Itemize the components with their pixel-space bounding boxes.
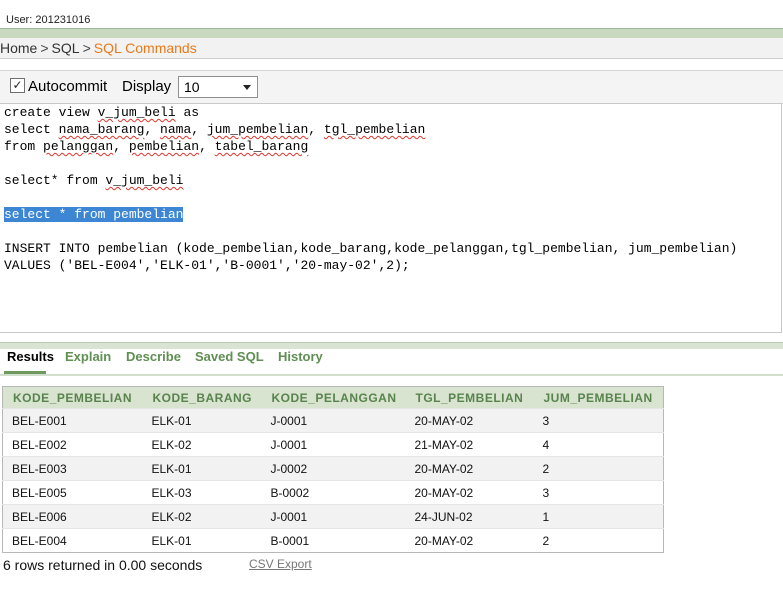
code-token: create view — [4, 105, 98, 120]
column-header: KODE_PELANGGAN — [261, 386, 406, 409]
table-row: BEL-E003 ELK-01 J-0002 20-MAY-02 2 — [2, 456, 664, 481]
tab-saved-sql[interactable]: Saved SQL — [195, 349, 264, 364]
code-token: as — [175, 105, 200, 120]
tab-explain[interactable]: Explain — [65, 349, 111, 364]
code-token: tgl_pembelian — [323, 122, 426, 137]
table-cell: 20-MAY-02 — [405, 408, 534, 433]
table-cell: BEL-E003 — [2, 456, 143, 481]
csv-export-link[interactable]: CSV Export — [249, 557, 312, 571]
code-line: select * from pembelian — [4, 206, 184, 223]
table-row: BEL-E005 ELK-03 B-0002 20-MAY-02 3 — [2, 480, 664, 505]
table-cell: ELK-01 — [142, 408, 262, 433]
table-cell: J-0001 — [261, 432, 406, 457]
breadcrumb-home-link[interactable]: Home — [0, 40, 37, 56]
table-cell: BEL-E004 — [2, 528, 143, 553]
table-cell: BEL-E006 — [2, 504, 143, 529]
table-cell: 3 — [533, 480, 664, 505]
results-table: KODE_PEMBELIAN KODE_BARANG KODE_PELANGGA… — [2, 386, 664, 553]
display-label: Display — [122, 78, 172, 95]
table-cell: 24-JUN-02 — [405, 504, 534, 529]
table-cell: 20-MAY-02 — [405, 456, 534, 481]
code-line: INSERT INTO pembelian (kode_pembelian,ko… — [4, 240, 737, 257]
breadcrumb-separator: > — [82, 40, 91, 56]
table-header-row: KODE_PEMBELIAN KODE_BARANG KODE_PELANGGA… — [2, 386, 664, 409]
table-cell: BEL-E001 — [2, 408, 143, 433]
breadcrumb-bar: Home > SQL > SQL Commands — [0, 38, 783, 59]
code-line: select* from v_jum_beli — [4, 172, 183, 189]
tab-describe[interactable]: Describe — [126, 349, 181, 364]
chevron-down-icon — [243, 85, 251, 90]
code-token: , — [308, 122, 324, 137]
table-cell: J-0001 — [261, 504, 406, 529]
table-cell: BEL-E005 — [2, 480, 143, 505]
autocommit-checkbox[interactable]: ✓ — [10, 78, 25, 93]
table-cell: 3 — [533, 408, 664, 433]
code-token: tabel_barang — [214, 139, 309, 154]
table-cell: B-0002 — [261, 480, 406, 505]
code-token: , — [113, 139, 129, 154]
code-token: select — [4, 122, 59, 137]
code-token: select* from — [4, 173, 106, 188]
breadcrumb-current-page: SQL Commands — [93, 40, 197, 56]
code-line: from pelanggan, pembelian, tabel_barang — [4, 138, 308, 155]
code-line: select nama_barang, nama, jum_pembelian,… — [4, 121, 425, 138]
table-cell: ELK-03 — [142, 480, 262, 505]
table-cell: 21-MAY-02 — [405, 432, 534, 457]
table-cell: BEL-E002 — [2, 432, 143, 457]
table-cell: B-0001 — [261, 528, 406, 553]
breadcrumb-separator: > — [40, 40, 49, 56]
table-row: BEL-E006 ELK-02 J-0001 24-JUN-02 1 — [2, 504, 664, 529]
code-token: , — [144, 122, 161, 137]
rows-returned-status: 6 rows returned in 0.00 seconds — [3, 557, 203, 573]
column-header: KODE_PEMBELIAN — [2, 386, 143, 409]
tab-results[interactable]: Results — [7, 349, 54, 364]
results-tabs: Results Explain Describe Saved SQL Histo… — [0, 349, 783, 376]
code-token: jum_pembelian — [206, 122, 309, 137]
code-token: VALUES ('BEL-E004','ELK-01','B-0001','20… — [4, 258, 410, 273]
table-cell: 2 — [533, 456, 664, 481]
code-line: VALUES ('BEL-E004','ELK-01','B-0001','20… — [4, 257, 410, 274]
code-token: , — [199, 139, 215, 154]
code-token: pembelian — [128, 139, 200, 154]
code-line: create view v_jum_beli as — [4, 104, 199, 121]
results-divider — [0, 342, 783, 349]
selected-code-text: select * from pembelian — [4, 207, 184, 222]
active-tab-indicator — [4, 371, 46, 374]
table-cell: 2 — [533, 528, 664, 553]
display-count-value: 10 — [184, 79, 200, 95]
table-cell: ELK-02 — [142, 504, 262, 529]
code-token: INSERT INTO pembelian (kode_pembelian,ko… — [4, 241, 738, 256]
table-cell: ELK-01 — [142, 528, 262, 553]
table-cell: 1 — [533, 504, 664, 529]
table-row: BEL-E004 ELK-01 B-0001 20-MAY-02 2 — [2, 528, 664, 553]
table-cell: 4 — [533, 432, 664, 457]
code-token: v_jum_beli — [97, 105, 176, 120]
toolbar: ✓ Autocommit Display 10 — [0, 70, 783, 104]
table-cell: 20-MAY-02 — [405, 480, 534, 505]
code-token: pelanggan — [43, 139, 114, 154]
column-header: KODE_BARANG — [142, 386, 262, 409]
breadcrumb-sql-link[interactable]: SQL — [52, 40, 80, 56]
code-token: nama — [160, 122, 192, 137]
code-token: nama_barang — [58, 122, 145, 137]
table-cell: ELK-01 — [142, 456, 262, 481]
autocommit-label: Autocommit — [28, 78, 108, 95]
column-header: TGL_PEMBELIAN — [405, 386, 534, 409]
table-row: BEL-E002 ELK-02 J-0001 21-MAY-02 4 — [2, 432, 664, 457]
display-count-select[interactable]: 10 — [178, 76, 258, 98]
user-label: User: 201231016 — [6, 14, 91, 26]
code-token: from — [4, 139, 44, 154]
sql-editor[interactable]: create view v_jum_beli as select nama_bar… — [0, 103, 782, 333]
breadcrumb: Home > SQL > SQL Commands — [0, 40, 197, 56]
table-row: BEL-E001 ELK-01 J-0001 20-MAY-02 3 — [2, 408, 664, 433]
code-token: , — [191, 122, 207, 137]
code-token: v_jum_beli — [105, 173, 184, 188]
table-cell: J-0002 — [261, 456, 406, 481]
tab-history[interactable]: History — [278, 349, 323, 364]
table-cell: ELK-02 — [142, 432, 262, 457]
column-header: JUM_PEMBELIAN — [533, 386, 664, 409]
checkmark-icon: ✓ — [12, 78, 23, 92]
table-cell: 20-MAY-02 — [405, 528, 534, 553]
table-cell: J-0001 — [261, 408, 406, 433]
